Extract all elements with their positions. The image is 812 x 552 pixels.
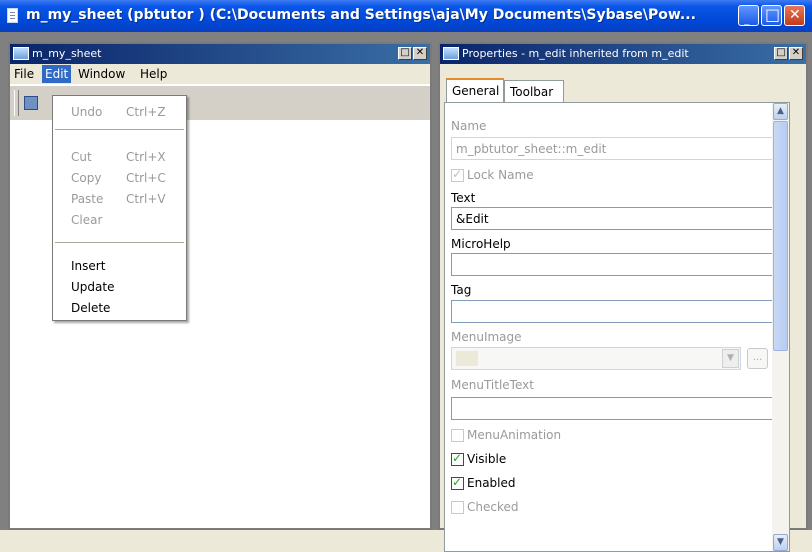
close-icon: ✕ xyxy=(789,7,801,23)
menu-item-shortcut: Ctrl+V xyxy=(126,192,166,206)
menu-window-icon xyxy=(13,47,29,60)
minimize-button[interactable]: _ xyxy=(738,5,759,26)
lock-name-label: Lock Name xyxy=(467,168,534,182)
name-value: m_pbtutor_sheet::m_edit xyxy=(456,142,607,156)
menu-item-copy[interactable]: Copy Ctrl+C xyxy=(53,168,186,188)
close-icon: ✕ xyxy=(791,47,801,58)
menu-item-label: Paste xyxy=(71,192,104,206)
menu-item-cut[interactable]: Cut Ctrl+X xyxy=(53,147,186,167)
maximize-icon: □ xyxy=(776,47,786,58)
visible-checkbox[interactable]: ✓ xyxy=(451,451,464,466)
menuanimation-label: MenuAnimation xyxy=(467,428,562,442)
menu-help[interactable]: Help xyxy=(140,67,167,81)
lock-name-checkbox[interactable]: ✓ xyxy=(451,167,464,182)
window-titlebar[interactable]: m_my_sheet (pbtutor ) (C:\Documents and … xyxy=(0,0,812,32)
checkmark-icon: ✓ xyxy=(452,475,463,489)
menuimage-combo[interactable]: ▼ xyxy=(451,347,741,370)
properties-window[interactable]: Properties - m_edit inherited from m_edi… xyxy=(438,42,808,552)
checkmark-icon: ✓ xyxy=(452,167,463,181)
microhelp-field[interactable] xyxy=(451,253,777,276)
scrollbar-thumb[interactable] xyxy=(773,121,788,351)
minimize-icon: _ xyxy=(744,13,750,26)
app-document-icon[interactable] xyxy=(7,8,18,23)
tab-label: General xyxy=(452,84,500,98)
menuimage-swatch xyxy=(456,351,478,366)
menuanimation-checkbox[interactable] xyxy=(451,429,464,442)
menu-item-paste[interactable]: Paste Ctrl+V xyxy=(53,189,186,209)
menu-item-label: Cut xyxy=(71,150,92,164)
close-button[interactable]: ✕ xyxy=(784,5,805,26)
menu-file[interactable]: File xyxy=(14,67,34,81)
tab-general[interactable]: General xyxy=(446,78,504,102)
properties-title: Properties - m_edit inherited from m_edi… xyxy=(462,47,689,60)
maximize-icon: □ xyxy=(765,5,781,24)
menu-item-shortcut: Ctrl+X xyxy=(126,150,166,164)
toolbar-grip[interactable] xyxy=(14,90,19,116)
close-child-button[interactable]: ✕ xyxy=(789,47,803,60)
maximize-button[interactable]: □ xyxy=(761,5,782,26)
tab-label: Toolbar xyxy=(510,85,554,99)
close-icon: ✕ xyxy=(415,47,425,58)
menu-sheet-title: m_my_sheet xyxy=(32,47,102,60)
edit-dropdown-menu: Undo Ctrl+Z Cut Ctrl+X Copy Ctrl+C Paste… xyxy=(52,95,187,321)
text-value: &Edit xyxy=(456,212,489,226)
visible-label: Visible xyxy=(467,452,507,466)
menu-item-insert[interactable]: Insert xyxy=(53,256,186,276)
maximize-icon: □ xyxy=(400,47,410,58)
properties-titlebar[interactable]: Properties - m_edit inherited from m_edi… xyxy=(440,44,806,64)
menu-item-shortcut: Ctrl+C xyxy=(126,171,166,185)
menuimage-label: MenuImage xyxy=(451,330,522,344)
menu-item-label: Delete xyxy=(71,301,111,315)
menutitletext-field[interactable] xyxy=(451,397,777,420)
scroll-up-arrow-icon[interactable]: ▲ xyxy=(773,103,788,120)
enabled-checkbox[interactable]: ✓ xyxy=(451,475,464,490)
menu-item-label: Copy xyxy=(71,171,102,185)
menu-item-label: Undo xyxy=(71,105,103,119)
menu-item-label: Clear xyxy=(71,213,103,227)
window-title: m_my_sheet (pbtutor ) (C:\Documents and … xyxy=(26,7,696,23)
text-label: Text xyxy=(451,191,476,205)
microhelp-label: MicroHelp xyxy=(451,237,511,251)
menu-separator xyxy=(55,129,184,130)
menu-separator xyxy=(55,242,184,243)
menu-item-clear[interactable]: Clear xyxy=(53,210,186,230)
maximize-child-button[interactable]: □ xyxy=(398,47,412,60)
menu-window[interactable]: Window xyxy=(78,67,125,81)
checked-checkbox[interactable] xyxy=(451,501,464,514)
menutitletext-label: MenuTitleText xyxy=(451,378,534,392)
checkmark-icon: ✓ xyxy=(452,451,463,465)
enabled-label: Enabled xyxy=(467,476,516,490)
tag-field[interactable] xyxy=(451,300,777,323)
properties-panel: Name m_pbtutor_sheet::m_edit ✓ Lock Name… xyxy=(444,102,790,552)
menu-sheet-titlebar[interactable]: m_my_sheet □ ✕ xyxy=(10,44,430,64)
checked-label: Checked xyxy=(467,500,519,514)
menu-item-shortcut: Ctrl+Z xyxy=(126,105,166,119)
menu-item-delete[interactable]: Delete xyxy=(53,298,186,318)
menu-item-label: Update xyxy=(71,280,115,294)
name-label: Name xyxy=(451,119,487,133)
properties-window-icon xyxy=(443,47,459,60)
name-field[interactable]: m_pbtutor_sheet::m_edit xyxy=(451,137,777,160)
scroll-down-arrow-icon[interactable]: ▼ xyxy=(773,534,788,551)
dropdown-arrow-icon[interactable]: ▼ xyxy=(722,349,739,368)
tab-toolbar[interactable]: Toolbar xyxy=(504,80,564,102)
properties-scrollbar[interactable]: ▲ ▼ xyxy=(772,103,789,551)
tag-label: Tag xyxy=(451,283,472,297)
maximize-child-button[interactable]: □ xyxy=(774,47,788,60)
menu-item-undo[interactable]: Undo Ctrl+Z xyxy=(53,102,186,122)
preview-menubar: File Edit Window Help xyxy=(10,64,430,84)
close-child-button[interactable]: ✕ xyxy=(413,47,427,60)
toolbar-button-icon[interactable] xyxy=(24,96,38,110)
menu-item-label: Insert xyxy=(71,259,106,273)
menuimage-browse-button[interactable]: ... xyxy=(747,348,768,369)
menu-item-update[interactable]: Update xyxy=(53,277,186,297)
text-field[interactable]: &Edit xyxy=(451,207,777,230)
menu-edit[interactable]: Edit xyxy=(42,65,72,83)
